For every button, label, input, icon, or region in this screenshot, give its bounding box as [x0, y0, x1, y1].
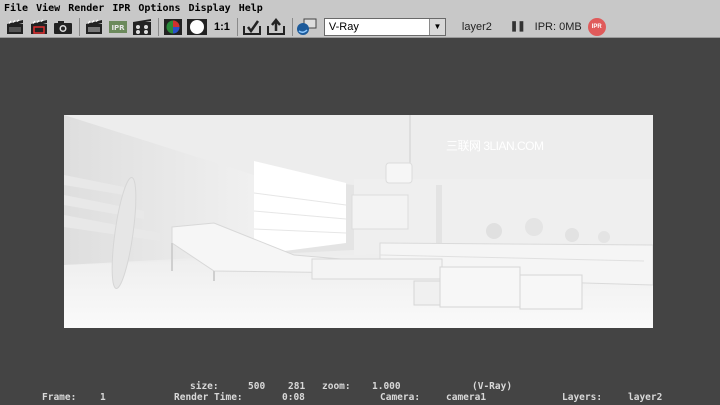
- render-layer-label: layer2: [461, 20, 492, 33]
- renderer-dropdown-value: V-Ray: [328, 20, 359, 33]
- remove-image-icon[interactable]: [265, 17, 287, 37]
- real-size-button[interactable]: 1:1: [214, 21, 230, 33]
- renderer-status: (V-Ray): [472, 381, 513, 392]
- render-clapper-icon[interactable]: [4, 17, 26, 37]
- render-settings-icon[interactable]: [296, 17, 318, 37]
- status-line-2: Frame: 1 Render Time: 0:08 Camera: camer…: [0, 392, 720, 404]
- rendered-interior-scene: [64, 115, 653, 328]
- menu-display[interactable]: Display: [189, 3, 231, 14]
- zoom-value: 1.000: [372, 381, 401, 392]
- render-time-label: Render Time:: [174, 392, 243, 403]
- layers-value: layer2: [628, 392, 663, 403]
- ipr-stop-icon[interactable]: IPR: [587, 17, 606, 36]
- camera-label: Camera:: [380, 392, 421, 403]
- renderer-dropdown[interactable]: V-Ray ▼: [323, 17, 446, 36]
- toolbar-divider: [236, 17, 238, 36]
- menu-view[interactable]: View: [36, 3, 60, 14]
- render-time-value: 0:08: [282, 392, 305, 403]
- keep-image-icon[interactable]: [241, 17, 263, 37]
- toolbar-divider: [291, 17, 293, 36]
- pause-icon[interactable]: ❚❚: [510, 21, 526, 32]
- render-viewport[interactable]: 三联网 3LIAN.COM: [0, 39, 720, 379]
- frame-value: 1: [100, 392, 106, 403]
- watermark-text: 三联网 3LIAN.COM: [446, 139, 544, 153]
- render-toolbar: IPR 1:1 V-Ray ▼ layer2 ❚❚ IPR: 0MB IPR: [0, 16, 720, 38]
- image-height: 281: [288, 381, 306, 392]
- menu-help[interactable]: Help: [239, 3, 263, 14]
- camera-value: camera1: [446, 392, 487, 403]
- menu-bar: File View Render IPR Options Display Hel…: [0, 0, 720, 16]
- menu-render[interactable]: Render: [68, 3, 104, 14]
- ipr-memory-status: IPR: 0MB: [534, 20, 582, 33]
- redo-render-icon[interactable]: [83, 17, 105, 37]
- rendered-image: 三联网 3LIAN.COM: [64, 115, 653, 328]
- menu-options[interactable]: Options: [138, 3, 180, 14]
- render-region-icon[interactable]: [28, 17, 50, 37]
- ipr-render-icon[interactable]: IPR: [107, 17, 129, 37]
- svg-text:IPR: IPR: [111, 24, 125, 32]
- size-label: size:: [190, 381, 219, 392]
- layers-label: Layers:: [562, 392, 603, 403]
- menu-file[interactable]: File: [4, 3, 28, 14]
- toolbar-divider: [79, 17, 80, 36]
- zoom-label: zoom:: [322, 381, 351, 392]
- color-channels-icon[interactable]: [162, 17, 184, 37]
- batch-render-icon[interactable]: [131, 17, 153, 37]
- alpha-channel-icon[interactable]: [186, 17, 208, 37]
- frame-label: Frame:: [42, 392, 77, 403]
- menu-ipr[interactable]: IPR: [112, 3, 130, 14]
- toolbar-divider: [158, 17, 159, 36]
- image-width: 500: [248, 381, 266, 392]
- chevron-down-icon[interactable]: ▼: [428, 18, 445, 35]
- snapshot-camera-icon[interactable]: [52, 17, 74, 37]
